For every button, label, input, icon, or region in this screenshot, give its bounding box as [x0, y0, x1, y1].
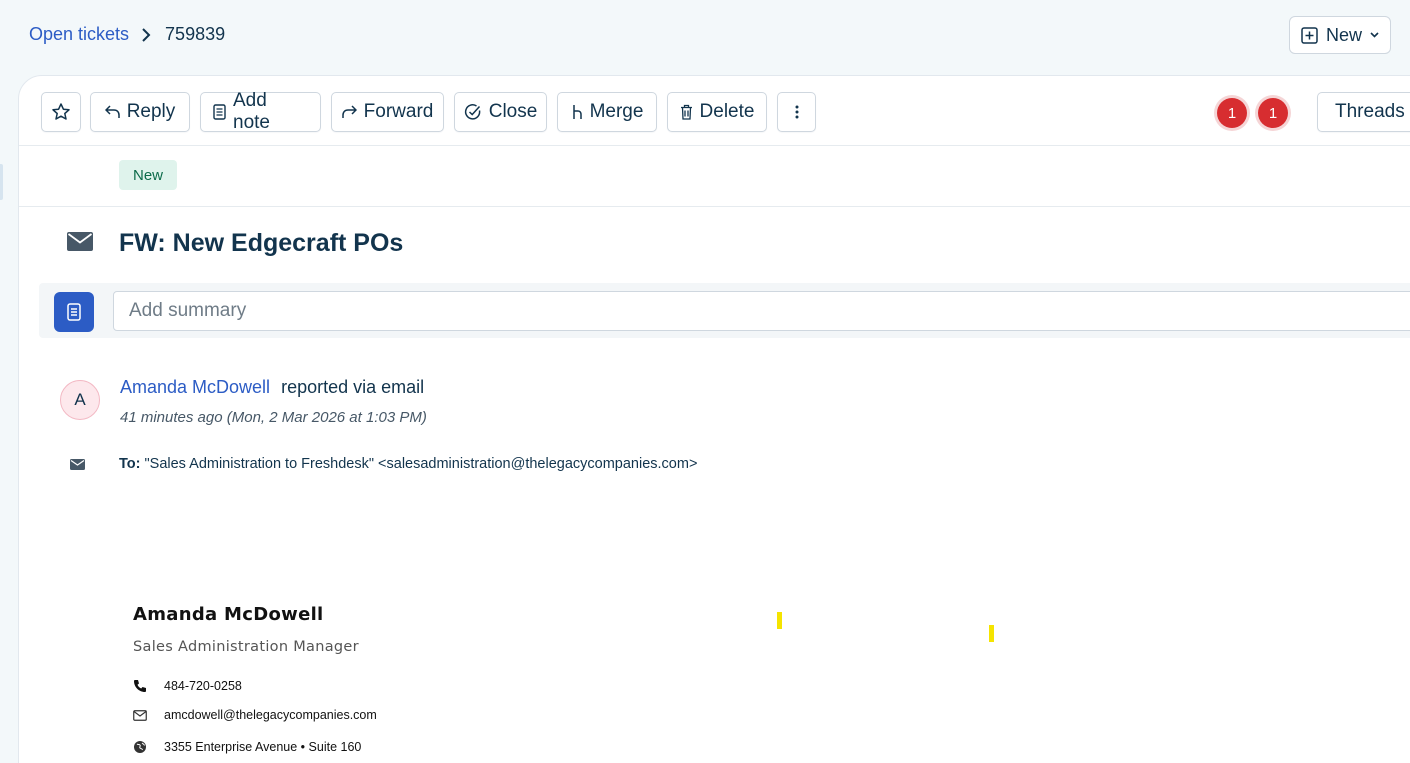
reply-button[interactable]: Reply [90, 92, 190, 132]
ticket-toolbar: Reply Add note Forward Close Merge Delet… [19, 76, 1410, 146]
notification-badge[interactable]: 1 [1258, 98, 1288, 128]
star-button[interactable] [41, 92, 81, 132]
summary-row [39, 283, 1410, 338]
summary-document-icon [54, 292, 94, 332]
mail-outline-icon [133, 709, 164, 721]
signature-address: 3355 Enterprise Avenue • Suite 160 [164, 740, 362, 754]
more-vertical-icon [795, 105, 799, 119]
merge-icon [571, 104, 583, 120]
star-icon [51, 102, 71, 122]
signature-phone-row: 484-720-0258 [133, 679, 242, 693]
check-circle-icon [464, 103, 482, 121]
new-button-label: New [1325, 24, 1362, 45]
status-badge: New [119, 160, 178, 190]
merge-button[interactable]: Merge [557, 92, 657, 132]
envelope-small-icon [70, 457, 85, 475]
recipient-line: To: "Sales Administration to Freshdesk" … [119, 456, 697, 472]
signature-name: Amanda McDowell [133, 604, 324, 625]
plus-square-icon [1301, 26, 1318, 44]
left-panel-handle[interactable] [0, 164, 3, 200]
signature-title: Sales Administration Manager [133, 639, 359, 655]
reply-icon [104, 105, 120, 119]
forward-button[interactable]: Forward [331, 92, 444, 132]
merge-label: Merge [589, 101, 644, 122]
note-icon [213, 104, 226, 120]
email-signature: Amanda McDowell Sales Administration Man… [133, 604, 377, 754]
highlight-mark [989, 625, 994, 642]
requester-name-link[interactable]: Amanda McDowell [120, 377, 270, 397]
delete-label: Delete [699, 101, 755, 122]
highlight-mark [777, 612, 782, 629]
close-label: Close [488, 101, 538, 122]
message-timestamp: 41 minutes ago (Mon, 2 Mar 2026 at 1:03 … [120, 409, 427, 426]
chevron-down-icon [1370, 32, 1379, 38]
notification-badge[interactable]: 1 [1217, 98, 1247, 128]
ticket-subject: FW: New Edgecraft POs [119, 229, 404, 257]
ticket-panel: Reply Add note Forward Close Merge Delet… [18, 75, 1410, 763]
reported-via-text: reported via email [281, 377, 425, 397]
chevron-right-icon [141, 27, 151, 42]
signature-email[interactable]: amcdowell@thelegacycompanies.com [164, 708, 377, 722]
subject-row: FW: New Edgecraft POs [19, 207, 1410, 283]
top-bar: Open tickets 759839 New [0, 0, 1410, 74]
reply-label: Reply [126, 101, 176, 122]
phone-icon [133, 679, 164, 693]
delete-button[interactable]: Delete [667, 92, 767, 132]
avatar: A [60, 380, 100, 420]
signature-phone: 484-720-0258 [164, 679, 242, 693]
forward-icon [341, 105, 357, 119]
status-row: New [19, 146, 1410, 207]
close-button[interactable]: Close [454, 92, 547, 132]
globe-icon [133, 740, 164, 754]
breadcrumb: Open tickets 759839 [29, 24, 225, 45]
more-actions-button[interactable] [777, 92, 816, 132]
trash-icon [680, 104, 693, 120]
signature-address-row: 3355 Enterprise Avenue • Suite 160 [133, 740, 361, 754]
envelope-icon [67, 232, 93, 256]
summary-input[interactable] [113, 291, 1410, 331]
threads-button[interactable]: Threads [1317, 92, 1410, 132]
add-note-button[interactable]: Add note [200, 90, 321, 133]
to-label: To: [119, 456, 141, 472]
forward-label: Forward [363, 101, 434, 122]
requester-line: Amanda McDowell reported via email [120, 377, 424, 398]
to-value: "Sales Administration to Freshdesk" <sal… [144, 456, 698, 472]
add-note-label: Add note [233, 90, 270, 133]
breadcrumb-ticket-id: 759839 [165, 24, 226, 44]
new-button[interactable]: New [1289, 16, 1391, 54]
signature-email-row: amcdowell@thelegacycompanies.com [133, 708, 377, 722]
breadcrumb-open-tickets[interactable]: Open tickets [29, 24, 129, 45]
threads-label: Threads [1335, 101, 1405, 122]
